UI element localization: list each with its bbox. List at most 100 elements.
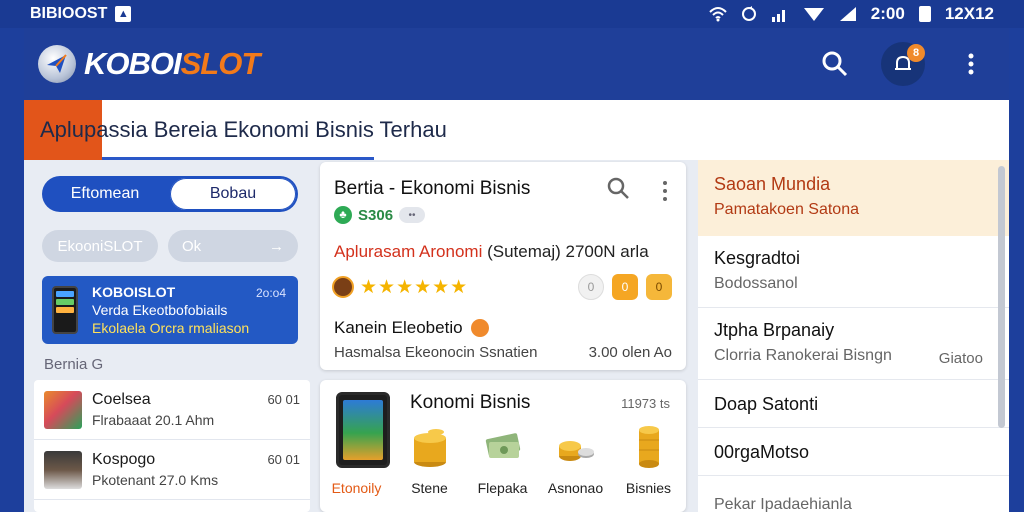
app-logo[interactable]: KOBOISLOT	[38, 45, 261, 83]
segment-option-2[interactable]: Bobau	[170, 178, 296, 210]
avatar	[44, 450, 82, 489]
card-headline: Aplurasam Aronomi (Sutemaj) 2700N arla	[334, 242, 649, 262]
list-item-name: Coelsea	[92, 390, 151, 408]
right-list-item[interactable]: Pekar Ipadaehianla	[698, 476, 1009, 512]
card-title: Bertia - Ekonomi Bisnis	[334, 178, 531, 199]
category-label: Bisnies	[625, 480, 672, 496]
logo-mark-icon	[38, 45, 76, 83]
category-item[interactable]: Stene	[393, 416, 466, 496]
card-description: Hasmalsa Ekeonocin Ssnatien	[334, 344, 538, 361]
signal-full-icon	[839, 7, 856, 21]
list-item[interactable]: Kospogo Pkotenant 27.0 Kms 60 01	[34, 440, 310, 500]
filter-pills: EkooniSLOT Ok →	[42, 230, 298, 262]
status-clock: 12X12	[944, 4, 994, 23]
options-chip[interactable]: ••	[399, 207, 426, 223]
arrow-right-icon: →	[269, 237, 284, 255]
coins-icon	[558, 441, 594, 461]
notification-badge: 8	[907, 44, 925, 62]
status-bar: BIBIOOST ▲ 2:00 12X12	[0, 0, 1024, 28]
right-list-item[interactable]: 00rgaMotso	[698, 428, 1009, 476]
page-title: Aplupassia Bereia Ekonomi Bisnis Terhau	[40, 117, 447, 142]
carrier-label: BIBIOOST	[30, 5, 108, 22]
status-time: 2:00	[870, 4, 905, 23]
category-label: Stene	[411, 480, 448, 496]
search-button[interactable]	[815, 44, 855, 84]
category-item[interactable]: Asnonao	[539, 416, 612, 496]
list-item-sub: Pkotenant 27.0 Kms	[92, 471, 219, 488]
wifi-full-icon	[803, 8, 824, 21]
left-panel: Eftomean Bobau EkooniSLOT Ok → KOBOISLOT…	[24, 160, 314, 512]
logo-text: KOBOISLOT	[84, 46, 261, 82]
rating-button[interactable]: 0	[646, 274, 672, 300]
headline-highlight: Aplurasam Aronomi	[334, 242, 483, 261]
filter-pill-ok[interactable]: Ok →	[168, 230, 298, 262]
segment-label: Eftomean	[70, 185, 140, 202]
right-panel-subtitle: Pamatakoen Satona	[714, 201, 859, 218]
category-label: Etonoily	[331, 480, 382, 496]
filter-pill[interactable]: EkooniSLOT	[42, 230, 158, 262]
signal-icon	[771, 10, 785, 22]
promo-banner[interactable]: KOBOISLOT Verda Ekeotbofobiails Ekolaela…	[42, 276, 298, 344]
right-item-sub: Bodossanol	[714, 275, 798, 292]
list-item-time: 60 01	[267, 392, 300, 407]
notifications-button[interactable]: 8	[881, 42, 925, 86]
category-label: Asnonao	[547, 480, 604, 496]
right-list-item[interactable]: Doap Satonti	[698, 380, 1009, 428]
app-bar: KOBOISLOT 8	[24, 28, 1009, 100]
more-icon	[663, 181, 667, 201]
coin-tower-icon	[638, 426, 659, 468]
category-item[interactable]: Flepaka	[466, 416, 539, 496]
right-item-name: Jtpha Brpanaiy	[714, 320, 835, 340]
contact-list: Coelsea Flrabaaat 20.1 Ahm 60 01 Kospogo…	[34, 380, 310, 512]
app-window: KOBOISLOT 8 Aplupassia Bereia Ekonomi Bi…	[24, 28, 1009, 512]
more-menu-button[interactable]	[951, 44, 991, 84]
segment-label: Bobau	[209, 185, 257, 202]
promo-line-highlight: Ekolaela Orcra rmaliason	[92, 320, 250, 336]
list-item-sub: Flrabaaat 20.1 Ahm	[92, 411, 215, 428]
wifi-icon	[709, 7, 727, 22]
logo-text-part1: KOBOI	[84, 46, 182, 81]
list-item-name: Kospogo	[92, 450, 156, 468]
card-subtitle: Kanein Eleobetio	[334, 318, 489, 338]
category-item[interactable]: Bisnies	[612, 416, 685, 496]
right-list-item[interactable]: Kesgradtoi Bodossanol	[698, 236, 1009, 308]
rating-row: ★★★★★★ 0 0 0	[332, 274, 672, 300]
scrollbar[interactable]	[998, 166, 1005, 428]
card-meta: 3.00 olen Ao	[588, 344, 672, 361]
coin-icon	[332, 276, 354, 298]
money-icon	[485, 433, 520, 458]
news-card[interactable]: Bertia - Ekonomi Bisnis ♣ S306 •• Aplura…	[320, 162, 686, 370]
right-panel-title: Saoan Mundia	[714, 174, 831, 194]
category-label: Flepaka	[477, 480, 528, 496]
right-item-extra: Giatoo	[938, 350, 983, 367]
category-row: Etonoily Stene Flepaka Asnonao Bisnies	[320, 416, 686, 496]
list-item[interactable]: Coelsea Flrabaaat 20.1 Ahm 60 01	[34, 380, 310, 440]
notification-icon: ▲	[115, 6, 132, 22]
promo-time: 2o:o4	[255, 286, 286, 300]
rating-button[interactable]: 0	[612, 274, 638, 300]
category-item[interactable]: Etonoily	[320, 416, 393, 496]
search-icon	[822, 51, 848, 77]
rating-button[interactable]: 0	[578, 274, 604, 300]
page-title-bar: Aplupassia Bereia Ekonomi Bisnis Terhau	[24, 100, 1009, 160]
promo-title: KOBOISLOT	[92, 284, 176, 300]
phone-icon	[52, 286, 78, 334]
badge-icon	[470, 319, 489, 337]
category-card-title: Konomi Bisnis	[410, 392, 531, 413]
right-list-item[interactable]: Jtpha Brpanaiy Clorria Ranokerai Bisngn …	[698, 308, 1009, 380]
right-item-name: Doap Satonti	[714, 394, 819, 414]
star-rating: ★★★★★★	[360, 276, 469, 298]
more-icon	[968, 53, 974, 75]
category-card: Konomi Bisnis 11973 ts Etonoily Stene Fl…	[320, 380, 686, 512]
battery-icon	[918, 6, 931, 22]
segment-option-1[interactable]: Eftomean	[42, 176, 168, 212]
right-panel-header[interactable]: Saoan Mundia Pamatakoen Satona	[698, 160, 1009, 236]
card-more-button[interactable]	[662, 180, 668, 207]
sync-icon	[741, 6, 756, 21]
category-card-meta: 11973 ts	[621, 396, 670, 411]
score-value: S306	[358, 206, 394, 224]
card-search-button[interactable]	[606, 176, 630, 205]
logo-text-part2: SLOT	[180, 46, 261, 81]
promo-line: Verda Ekeotbofobiails	[92, 302, 228, 318]
search-icon	[607, 177, 629, 199]
